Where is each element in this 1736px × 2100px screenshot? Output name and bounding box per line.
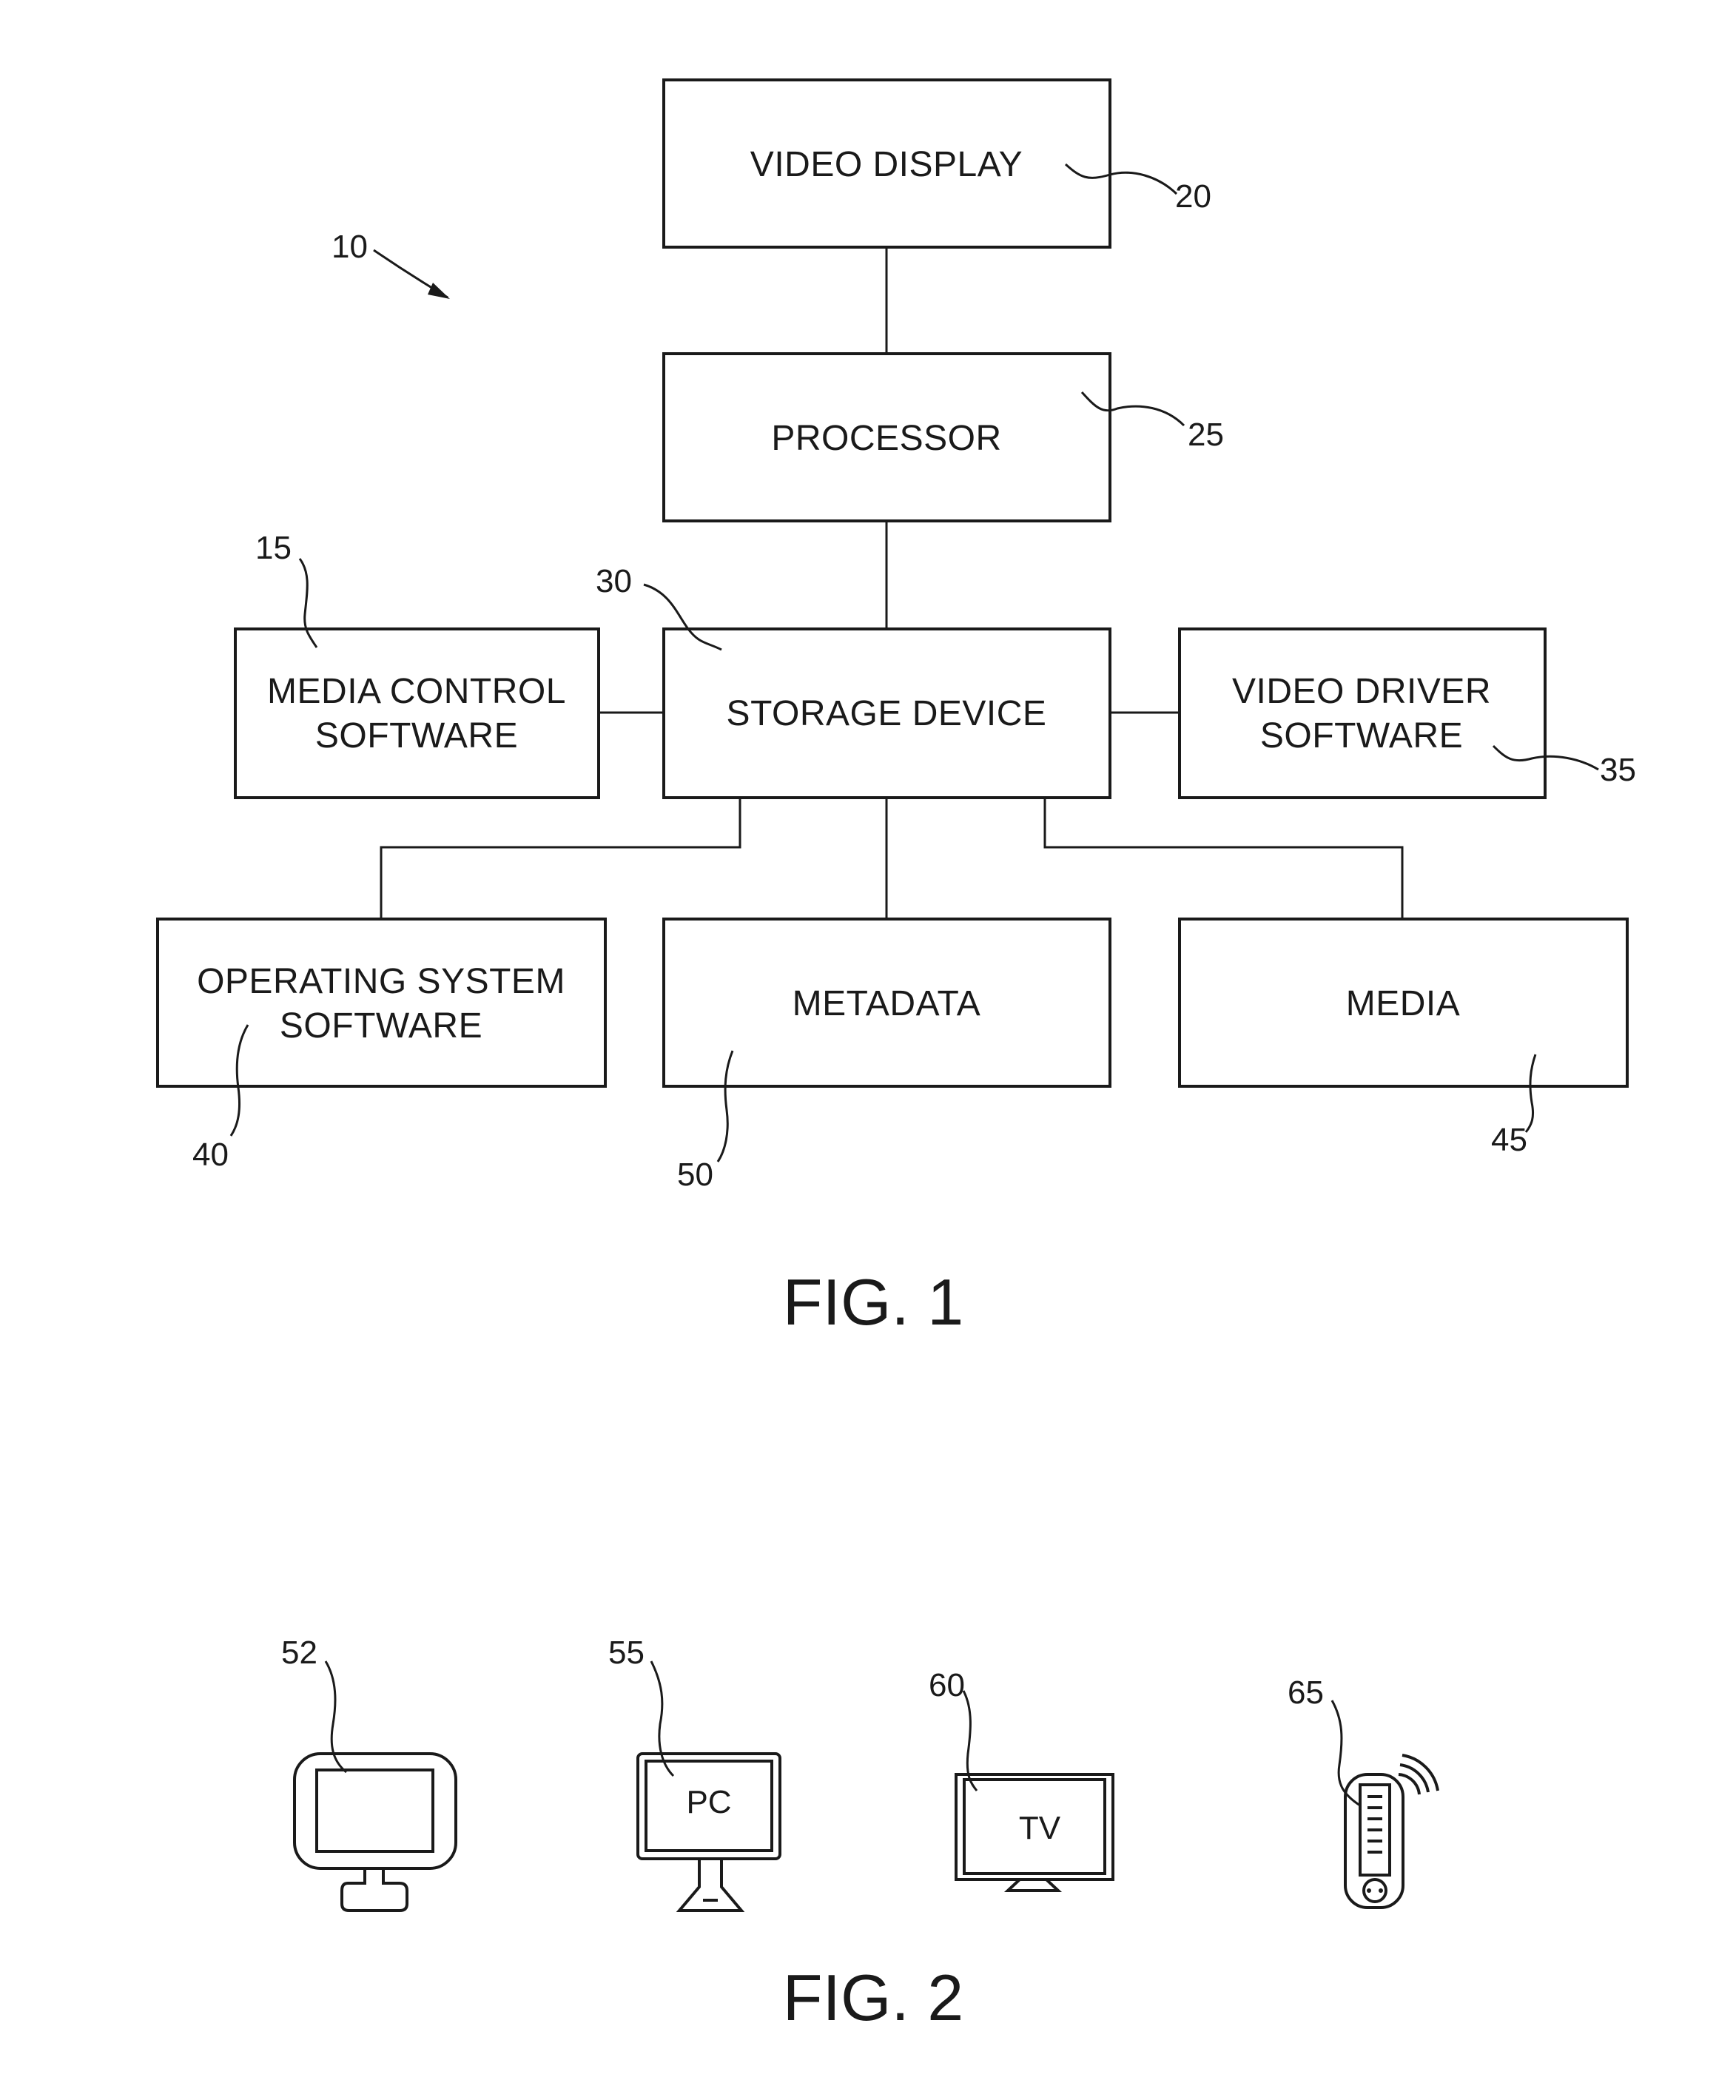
connector-storage-os: [380, 798, 741, 919]
pc-stand-icon: [676, 1859, 745, 1912]
ref-label-55: 55: [608, 1635, 645, 1671]
media-control-software-box: [234, 627, 600, 799]
block-media: MEDIA 45: [1178, 918, 1629, 1158]
media-control-label-line1: MEDIA CONTROL: [267, 672, 566, 711]
ref-label-20: 20: [1175, 178, 1211, 215]
metadata-label: METADATA: [793, 984, 981, 1023]
wireless-signal-icon: [1398, 1754, 1439, 1795]
ref-label-45: 45: [1491, 1122, 1527, 1158]
ref-label-30: 30: [596, 563, 632, 599]
ref-label-system: 10: [332, 229, 368, 265]
block-video-driver-software: VIDEO DRIVER SOFTWARE 35: [1178, 627, 1636, 799]
video-driver-label-line1: VIDEO DRIVER: [1232, 672, 1491, 711]
connector-storage-media: [1043, 798, 1404, 919]
mobile-navpad-right-dot: [1379, 1888, 1383, 1893]
os-label-line1: OPERATING SYSTEM: [197, 962, 565, 1001]
media-label: MEDIA: [1346, 984, 1461, 1023]
os-label-line2: SOFTWARE: [280, 1006, 482, 1046]
ref-label-50: 50: [677, 1157, 713, 1193]
processor-label: PROCESSOR: [771, 419, 1001, 458]
block-processor: PROCESSOR 25: [662, 352, 1224, 522]
media-control-label-line2: SOFTWARE: [315, 716, 518, 755]
block-video-display: VIDEO DISPLAY 20: [662, 78, 1211, 249]
leader-line-55: [650, 1660, 675, 1777]
video-driver-software-box: [1178, 627, 1547, 799]
device-monitor: 52: [281, 1635, 457, 1912]
figure-2-caption: FIG. 2: [783, 1961, 964, 2034]
pc-screen-label: PC: [686, 1784, 731, 1820]
monitor-screen-icon: [315, 1768, 434, 1853]
ref-label-60: 60: [929, 1667, 965, 1703]
device-tv: 60 TV: [929, 1667, 1114, 1892]
block-storage-device: STORAGE DEVICE 30: [596, 563, 1111, 799]
device-mobile: 65: [1288, 1675, 1439, 1909]
mobile-navpad-left-dot: [1367, 1888, 1371, 1893]
figure-1-caption: FIG. 1: [783, 1265, 964, 1339]
storage-device-label: STORAGE DEVICE: [727, 694, 1047, 733]
ref-label-15: 15: [255, 530, 292, 566]
patent-figure-canvas: 10 VIDEO DISPLAY 20 PROCESSOR 25 STORAGE…: [156, 78, 1636, 2034]
ref-label-65: 65: [1288, 1675, 1324, 1711]
connector-lines: [380, 247, 1404, 919]
figure-1: 10 VIDEO DISPLAY 20 PROCESSOR 25 STORAGE…: [156, 78, 1636, 1339]
ref-label-40: 40: [192, 1137, 229, 1173]
leader-line-52: [324, 1660, 347, 1774]
video-display-label: VIDEO DISPLAY: [750, 145, 1023, 184]
system-arrow-head-icon: [428, 283, 450, 299]
system-reference-10: 10: [332, 229, 450, 299]
ref-label-35: 35: [1600, 752, 1636, 788]
block-operating-system-software: OPERATING SYSTEM SOFTWARE 40: [156, 918, 607, 1173]
figure-2: 52 55 PC 60 TV 65 FIG. 2: [281, 1635, 1439, 2034]
ref-label-25: 25: [1188, 417, 1224, 453]
tv-screen-label: TV: [1019, 1810, 1061, 1846]
operating-system-software-box: [156, 918, 607, 1088]
tv-stand-icon: [1003, 1878, 1063, 1892]
video-driver-label-line2: SOFTWARE: [1260, 716, 1463, 755]
monitor-stand-icon: [340, 1868, 408, 1912]
block-media-control-software: MEDIA CONTROL SOFTWARE 15: [234, 530, 600, 799]
block-metadata: METADATA 50: [662, 918, 1111, 1193]
ref-label-52: 52: [281, 1635, 317, 1671]
mobile-screen-lines-icon: [1367, 1795, 1382, 1854]
device-pc: 55 PC: [608, 1635, 781, 1912]
